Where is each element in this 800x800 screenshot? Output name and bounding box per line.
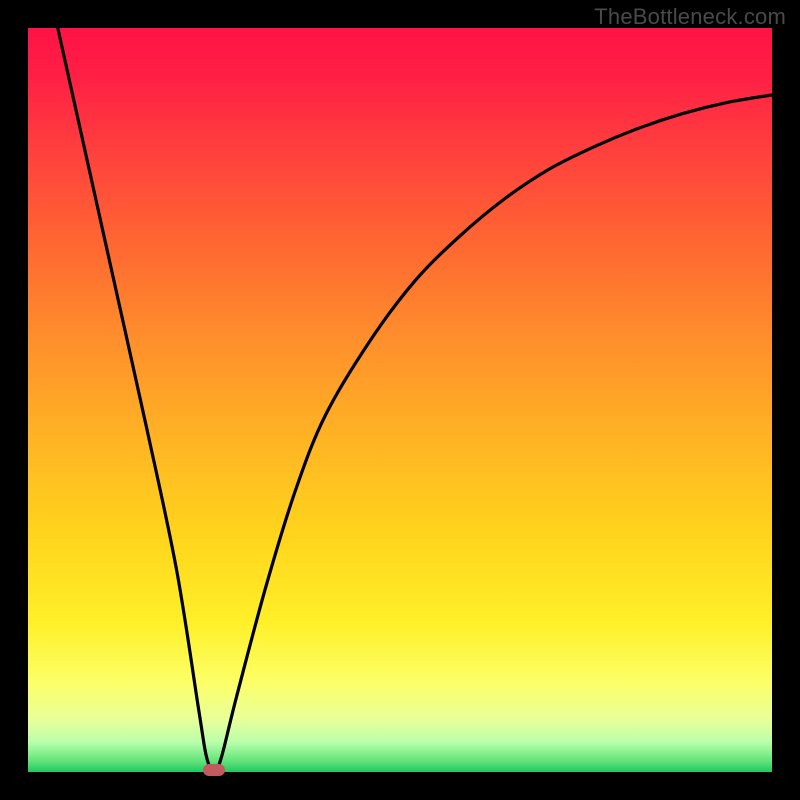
minimum-marker [203, 764, 225, 776]
chart-frame: TheBottleneck.com [0, 0, 800, 800]
watermark-text: TheBottleneck.com [594, 4, 786, 30]
bottleneck-curve [28, 28, 772, 772]
plot-area [28, 28, 772, 772]
